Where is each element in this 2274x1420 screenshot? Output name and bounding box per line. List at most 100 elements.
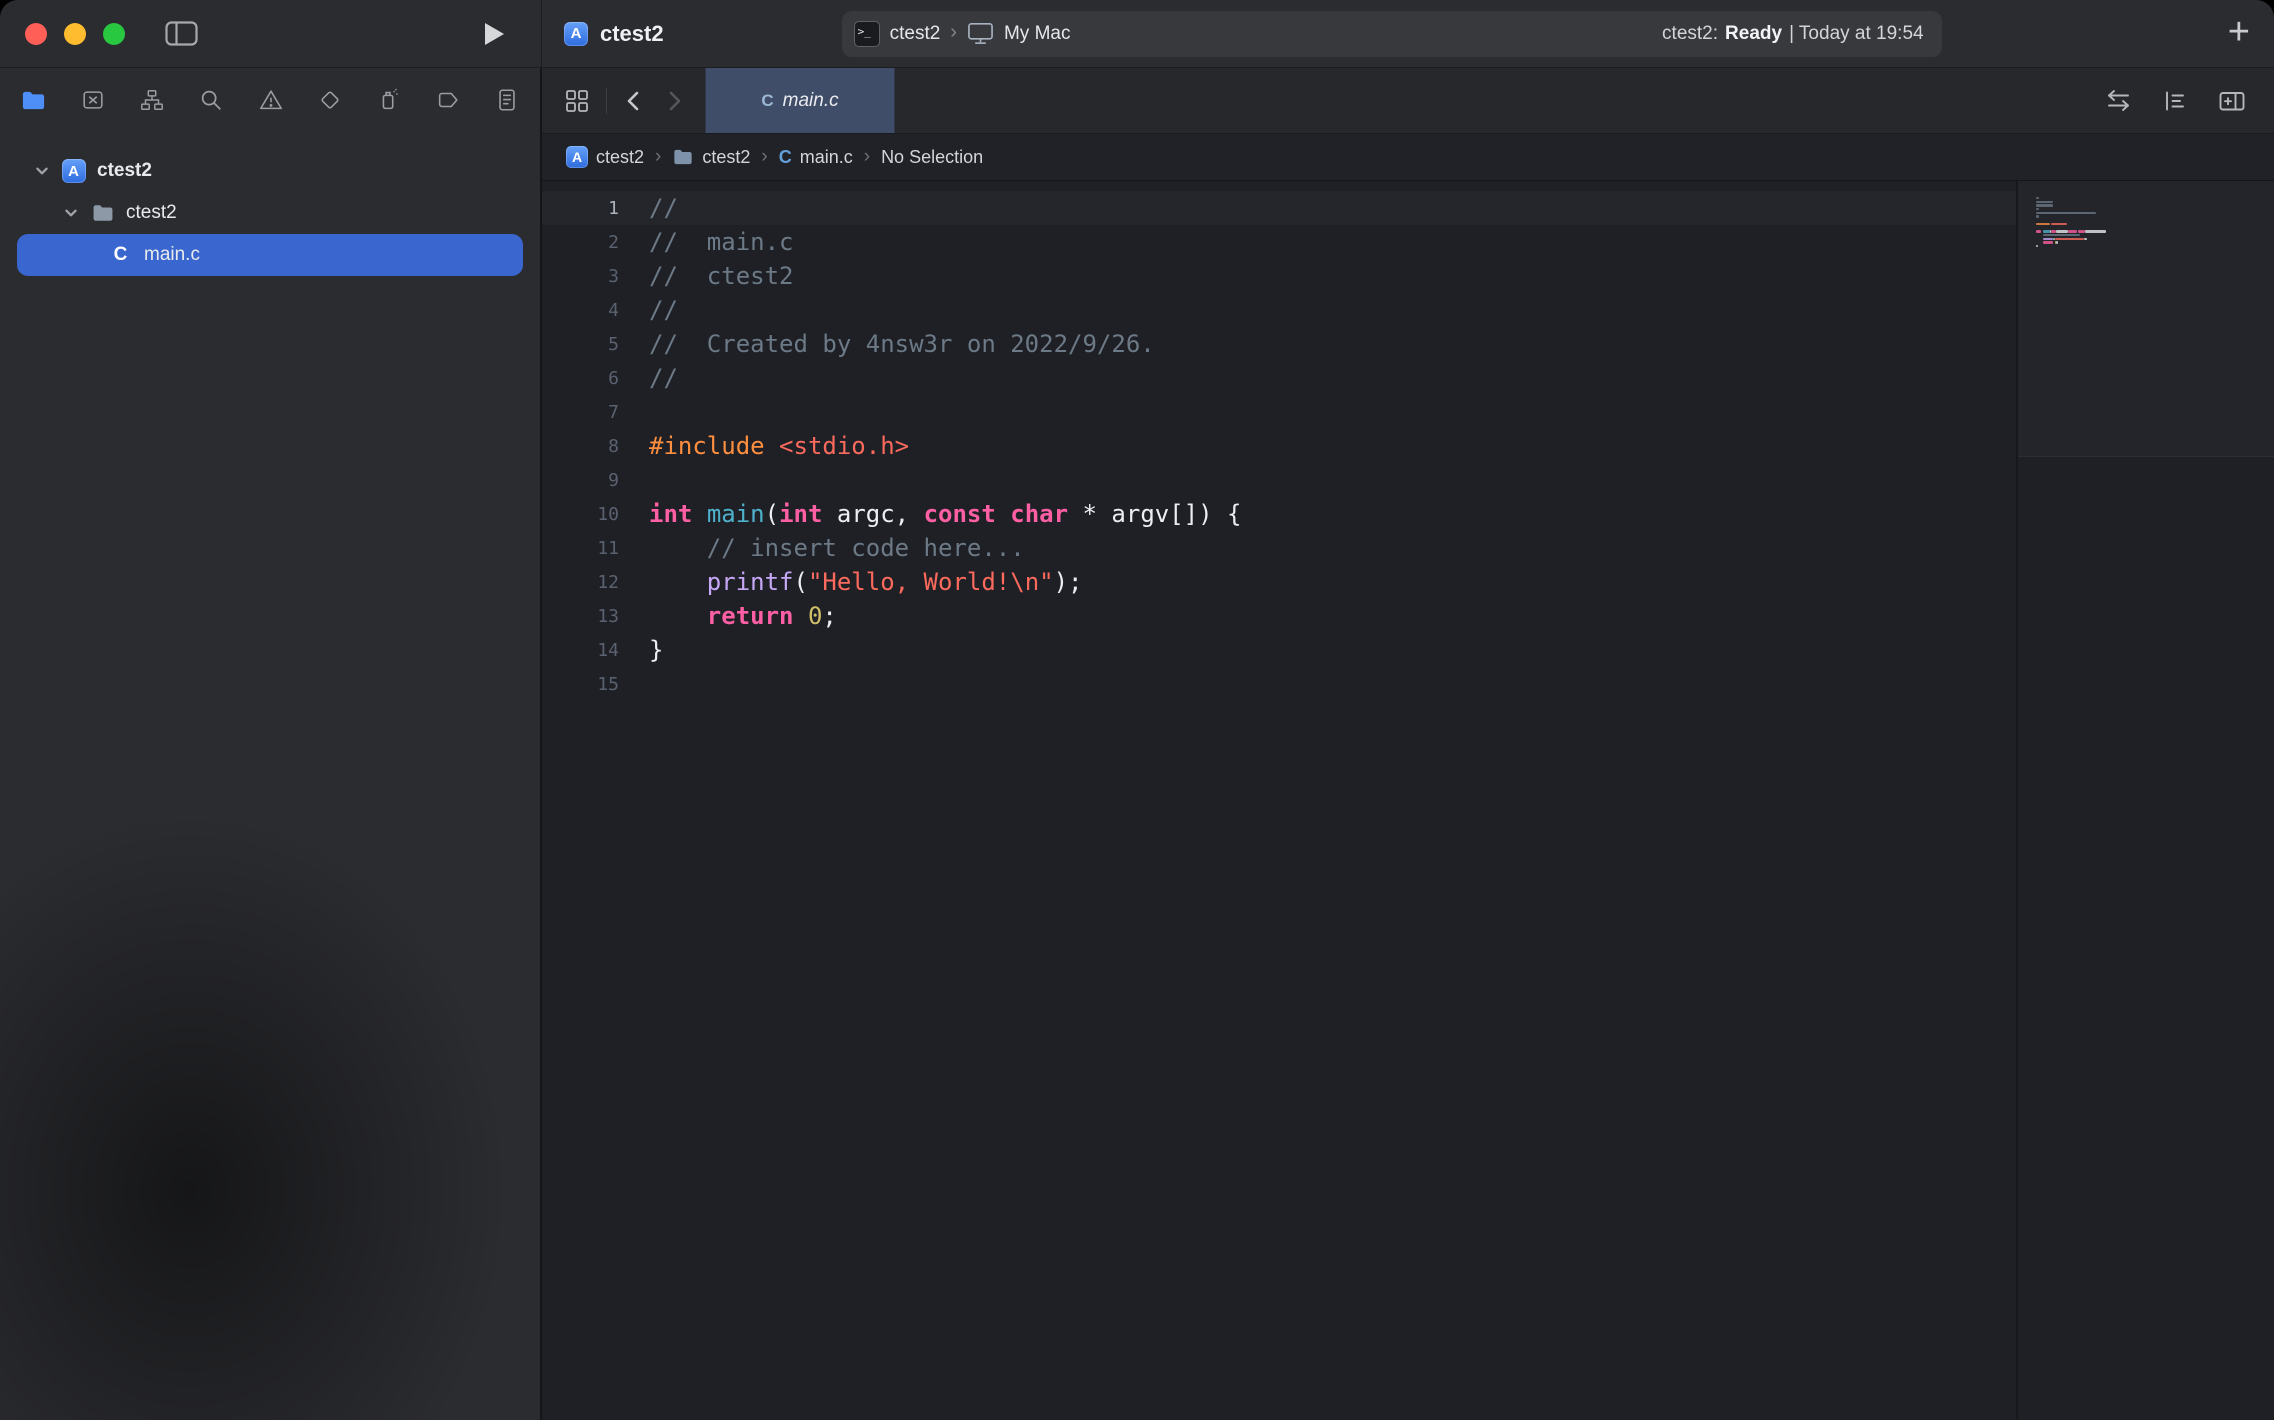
status-time: | Today at 19:54 [1789, 23, 1924, 45]
code-line[interactable]: 7 [542, 395, 2016, 429]
code-text: // Created by 4nsw3r on 2022/9/26. [619, 330, 1155, 358]
line-number: 2 [542, 232, 619, 253]
status-state: Ready [1725, 23, 1782, 45]
sidebar-item-ctest2[interactable]: ctest2 [17, 192, 523, 234]
line-number: 15 [542, 674, 619, 695]
sidebar-item-ctest2[interactable]: Actest2 [17, 150, 523, 192]
code-line[interactable]: 5// Created by 4nsw3r on 2022/9/26. [542, 327, 2016, 361]
c-file-icon: C [761, 91, 773, 111]
scheme-capsule: >_ ctest2 › My Mac ctest2: Ready | Today… [842, 11, 1942, 57]
debug-navigator-icon[interactable] [376, 87, 402, 113]
minimap-line [2036, 219, 2274, 221]
tab-overview-icon[interactable] [564, 88, 590, 114]
test-navigator-icon[interactable] [317, 87, 343, 113]
code-line[interactable]: 12 printf("Hello, World!\n"); [542, 565, 2016, 599]
forward-button[interactable] [663, 89, 685, 113]
breadcrumb-item-main-c[interactable]: Cmain.c [779, 147, 853, 168]
code-text: return 0; [619, 602, 837, 630]
code-text: // insert code here... [619, 534, 1025, 562]
source-editor[interactable]: 1//2// main.c3// ctest24//5// Created by… [542, 181, 2274, 1420]
breadcrumb-item-ctest2[interactable]: ctest2 [672, 146, 750, 168]
code-area[interactable]: 1//2// main.c3// ctest24//5// Created by… [542, 181, 2016, 1420]
code-text: // ctest2 [619, 262, 794, 290]
code-line[interactable]: 8#include <stdio.h> [542, 429, 2016, 463]
code-line[interactable]: 9 [542, 463, 2016, 497]
minimap-line [2036, 204, 2274, 206]
editor-pane: Cmain.c [542, 68, 2274, 1420]
code-line[interactable]: 6// [542, 361, 2016, 395]
divider [606, 88, 607, 114]
tree-item-label: ctest2 [126, 202, 177, 224]
line-number: 7 [542, 402, 619, 423]
xcode-window: A ctest2 >_ ctest2 › My Mac ctest2: Read… [0, 0, 2274, 1420]
code-line[interactable]: 11 // insert code here... [542, 531, 2016, 565]
line-number: 1 [542, 198, 619, 219]
tabs: Cmain.c [705, 68, 895, 133]
code-line[interactable]: 14} [542, 633, 2016, 667]
toolbar-sidebar-section [0, 0, 542, 67]
folder-icon [89, 201, 116, 225]
scheme-selector[interactable]: ctest2 [890, 23, 941, 45]
split-editor-icon[interactable] [2218, 88, 2246, 114]
window-title: ctest2 [600, 21, 664, 47]
minimap-line [2036, 215, 2274, 217]
breakpoint-navigator-icon[interactable] [435, 87, 461, 113]
breadcrumb-label: No Selection [881, 147, 983, 168]
code-line[interactable]: 2// main.c [542, 225, 2016, 259]
find-navigator-icon[interactable] [198, 87, 224, 113]
tab-main.c[interactable]: Cmain.c [705, 68, 895, 133]
adjust-editor-icon[interactable] [2105, 87, 2132, 114]
report-navigator-icon[interactable] [494, 87, 520, 113]
plus-button[interactable]: + [2228, 13, 2250, 55]
line-number: 5 [542, 334, 619, 355]
c-file-icon: C [779, 147, 792, 168]
line-number: 11 [542, 538, 619, 559]
minimap-icon[interactable] [2162, 88, 2188, 114]
code-line[interactable]: 1// [542, 191, 2016, 225]
zoom-button[interactable] [103, 23, 125, 45]
close-button[interactable] [25, 23, 47, 45]
code-line[interactable]: 10int main(int argc, const char * argv[]… [542, 497, 2016, 531]
disclosure-chevron-icon[interactable] [29, 163, 55, 179]
breadcrumb-item-No-Selection[interactable]: No Selection [881, 147, 983, 168]
window-body: Actest2ctest2Cmain.c [0, 68, 2274, 1420]
code-line[interactable]: 13 return 0; [542, 599, 2016, 633]
folder-icon [672, 146, 694, 168]
project-navigator-tree: Actest2ctest2Cmain.c [0, 150, 540, 276]
tree-item-label: ctest2 [97, 160, 152, 182]
xcode-project-icon: A [60, 159, 87, 183]
disclosure-chevron-icon[interactable] [58, 205, 84, 221]
xcode-project-icon: A [566, 146, 588, 168]
code-line[interactable]: 15 [542, 667, 2016, 701]
line-number: 4 [542, 300, 619, 321]
line-number: 6 [542, 368, 619, 389]
activity-status[interactable]: ctest2: Ready | Today at 19:54 [1662, 23, 1924, 45]
minimap-line [2036, 241, 2274, 243]
minimap[interactable] [2016, 181, 2274, 1420]
minimap-line [2036, 197, 2274, 199]
line-number: 9 [542, 470, 619, 491]
destination-selector[interactable]: My Mac [1004, 23, 1071, 45]
c-file-icon: C [107, 244, 134, 266]
run-button[interactable] [483, 22, 505, 46]
symbol-navigator-icon[interactable] [139, 87, 165, 113]
project-navigator-icon[interactable] [20, 87, 47, 114]
sidebar-item-main-c[interactable]: Cmain.c [17, 234, 523, 276]
code-text: printf("Hello, World!\n"); [619, 568, 1083, 596]
minimap-line [2036, 249, 2274, 251]
back-button[interactable] [623, 89, 645, 113]
minimap-line [2036, 201, 2274, 203]
code-line[interactable]: 4// [542, 293, 2016, 327]
minimap-panel [2018, 181, 2274, 457]
jump-bar: Actest2›ctest2›Cmain.c›No Selection [542, 134, 2274, 181]
breadcrumb-item-ctest2[interactable]: Actest2 [566, 146, 644, 168]
minimap-line [2036, 245, 2274, 247]
minimize-button[interactable] [64, 23, 86, 45]
source-control-icon[interactable] [80, 87, 106, 113]
window-controls [25, 23, 125, 45]
code-line[interactable]: 3// ctest2 [542, 259, 2016, 293]
breadcrumb-label: ctest2 [702, 147, 750, 168]
minimap-line [2036, 234, 2274, 236]
issue-navigator-icon[interactable] [258, 87, 284, 113]
sidebar-toggle-icon[interactable] [165, 20, 198, 47]
